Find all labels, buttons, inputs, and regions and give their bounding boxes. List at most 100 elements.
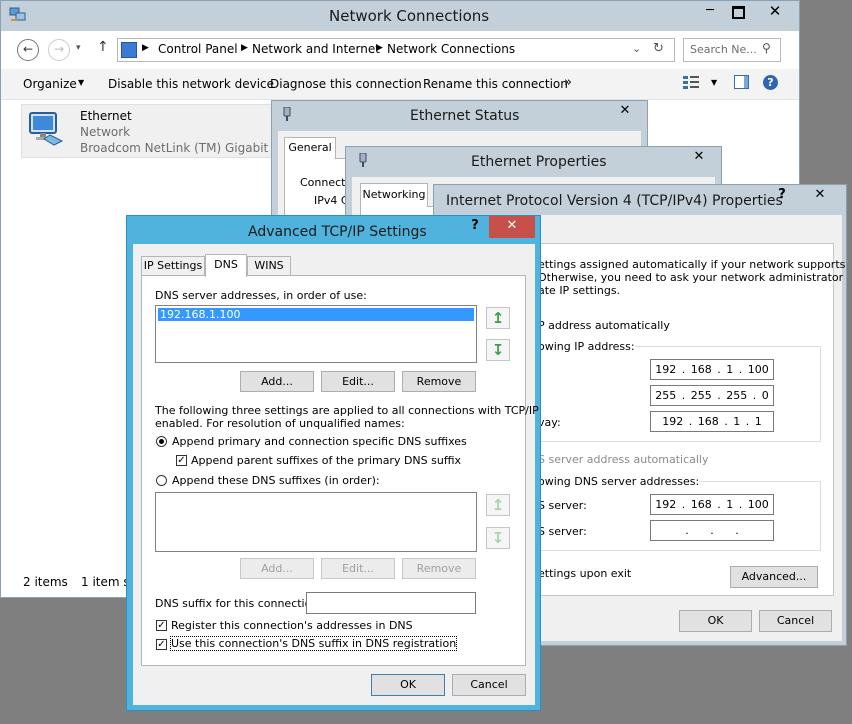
more-commands-button[interactable]: » [564, 75, 572, 90]
advanced-cancel-button[interactable]: Cancel [452, 674, 526, 696]
ipv4-cancel-button[interactable]: Cancel [759, 610, 832, 632]
address-dropdown-icon[interactable]: ⌄ [632, 42, 641, 55]
close-icon: ✕ [619, 103, 631, 118]
suffix-move-down-button[interactable]: ↧ [486, 527, 510, 549]
ipv4-dialog-title: Internet Protocol Version 4 (TCP/IPv4) P… [446, 193, 783, 209]
advanced-dialog-title: Advanced TCP/IP Settings [248, 224, 427, 240]
validate-settings-label[interactable]: ettings upon exit [538, 567, 631, 580]
use-ip-label[interactable]: owing IP address: [538, 340, 635, 353]
ethernet-properties-title: Ethernet Properties [471, 154, 607, 170]
use-dns-label[interactable]: owing DNS server addresses: [538, 475, 700, 488]
connection-label: Connecti [300, 176, 349, 189]
edit-suffix-button[interactable]: Edit... [321, 558, 395, 579]
advanced-help-button[interactable]: ? [461, 216, 489, 238]
advanced-close-button[interactable]: ✕ [489, 216, 535, 238]
obtain-ip-auto-label[interactable]: P address automatically [538, 319, 670, 332]
adapter-item-ethernet[interactable]: Ethernet Network Broadcom NetLink (TM) G… [21, 104, 291, 158]
address-bar[interactable]: ▶ Control Panel ▶ Network and Internet ▶… [117, 38, 675, 62]
organize-menu[interactable]: Organize [23, 77, 77, 91]
ip-address-field[interactable]: 192 . 168 . 1 . 100 [650, 359, 774, 380]
back-arrow-icon: ← [22, 42, 34, 56]
add-suffix-button[interactable]: Add... [240, 558, 314, 579]
ethernet-properties-close-button[interactable]: ✕ [682, 147, 716, 169]
advanced-ok-button[interactable]: OK [371, 674, 445, 696]
suffix-move-up-button[interactable]: ↥ [486, 494, 510, 516]
append-parent-label[interactable]: Append parent suffixes of the primary DN… [191, 454, 461, 467]
ethernet-status-close-button[interactable]: ✕ [608, 101, 642, 123]
tab-general[interactable]: General [284, 137, 336, 159]
back-button[interactable]: ← [17, 39, 39, 61]
move-down-button[interactable]: ↧ [486, 339, 510, 361]
tab-dns[interactable]: DNS [205, 254, 247, 277]
close-icon: ✕ [768, 2, 782, 20]
alternate-dns-field[interactable]: . . . [650, 520, 774, 541]
refresh-icon[interactable]: ↻ [653, 41, 664, 56]
ipv4-ok-button[interactable]: OK [679, 610, 752, 632]
search-box[interactable]: Search Ne... ⚲ [683, 38, 781, 62]
view-dropdown-icon[interactable]: ▼ [711, 78, 717, 87]
arrow-up-icon: ↥ [491, 309, 505, 327]
ipv4-description-3: ate IP settings. [538, 284, 621, 297]
maximize-icon [731, 6, 745, 19]
ipv4-help-button[interactable]: ? [768, 185, 796, 209]
gateway-field[interactable]: 192 . 168 . 1 . 1 [650, 411, 774, 432]
dns-server-list[interactable]: 192.168.1.100 [155, 305, 477, 363]
tab-ip-settings[interactable]: IP Settings [141, 256, 205, 276]
dns-suffix-input[interactable] [306, 592, 476, 614]
edit-dns-button[interactable]: Edit... [321, 371, 395, 392]
forward-arrow-icon: → [53, 42, 65, 56]
ipv4-description-2: Otherwise, you need to ask your network … [538, 271, 844, 284]
maximize-button[interactable] [725, 1, 751, 23]
register-addresses-label[interactable]: Register this connection's addresses in … [171, 619, 413, 632]
history-dropdown[interactable]: ▾ [76, 43, 81, 53]
adapter-name: Ethernet [80, 109, 132, 123]
close-button[interactable]: ✕ [753, 1, 797, 23]
append-parent-checkbox[interactable]: ✓ [176, 455, 187, 466]
ipv4-close-button[interactable]: ✕ [798, 185, 842, 209]
preferred-dns-field[interactable]: 192 . 168 . 1 . 100 [650, 494, 774, 515]
ipv4-description-1: ettings assigned automatically if your n… [538, 258, 846, 271]
help-icon[interactable]: ? [763, 75, 778, 90]
append-these-label[interactable]: Append these DNS suffixes (in order): [172, 474, 380, 487]
gateway-label: vay: [538, 416, 561, 429]
advanced-tcpip-dialog: Advanced TCP/IP Settings ? ✕ IP Settings… [126, 215, 541, 711]
dns-server-item[interactable]: 192.168.1.100 [158, 308, 474, 321]
forward-button[interactable]: → [48, 39, 70, 61]
add-dns-button[interactable]: Add... [240, 371, 314, 392]
append-primary-label[interactable]: Append primary and connection specific D… [172, 435, 467, 448]
dns-suffix-list[interactable] [155, 492, 477, 552]
close-icon: ✕ [814, 187, 826, 202]
tab-wins[interactable]: WINS [247, 256, 291, 276]
obtain-dns-auto-label[interactable]: S server address automatically [538, 453, 709, 466]
minimize-button[interactable]: ─ [695, 1, 725, 23]
breadcrumb-network-internet[interactable]: Network and Internet [252, 42, 380, 56]
control-panel-icon [121, 42, 137, 58]
arrow-down-icon: ↧ [491, 341, 505, 359]
preview-pane-icon[interactable] [734, 75, 749, 89]
search-icon[interactable]: ⚲ [762, 41, 771, 55]
remove-suffix-button[interactable]: Remove [402, 558, 476, 579]
diagnose-button[interactable]: Diagnose this connection [270, 77, 422, 91]
change-view-icon[interactable] [683, 75, 699, 89]
rename-button[interactable]: Rename this connection [423, 77, 568, 91]
breadcrumb-control-panel[interactable]: Control Panel [158, 42, 238, 56]
alternate-dns-label: S server: [538, 525, 587, 538]
append-primary-radio[interactable] [156, 436, 167, 447]
network-adapter-icon [28, 111, 64, 147]
subnet-mask-field[interactable]: 255 . 255 . 255 . 0 [650, 385, 774, 406]
advanced-button[interactable]: Advanced... [730, 566, 818, 588]
minimize-icon: ─ [706, 3, 714, 18]
use-suffix-checkbox[interactable]: ✓ [156, 639, 167, 650]
use-suffix-label[interactable]: Use this connection's DNS suffix in DNS … [169, 636, 458, 651]
remove-dns-button[interactable]: Remove [402, 371, 476, 392]
up-button[interactable]: ↑ [97, 39, 109, 55]
adapter-device: Broadcom NetLink (TM) Gigabit E... [80, 141, 292, 155]
append-these-radio[interactable] [156, 475, 167, 486]
move-up-button[interactable]: ↥ [486, 307, 510, 329]
adapter-type: Network [80, 125, 131, 139]
command-bar: Organize ▼ Disable this network device D… [1, 69, 799, 100]
breadcrumb-network-connections[interactable]: Network Connections [387, 42, 515, 56]
disable-device-button[interactable]: Disable this network device [108, 77, 274, 91]
register-addresses-checkbox[interactable]: ✓ [156, 620, 167, 631]
tab-networking[interactable]: Networking [360, 183, 428, 207]
